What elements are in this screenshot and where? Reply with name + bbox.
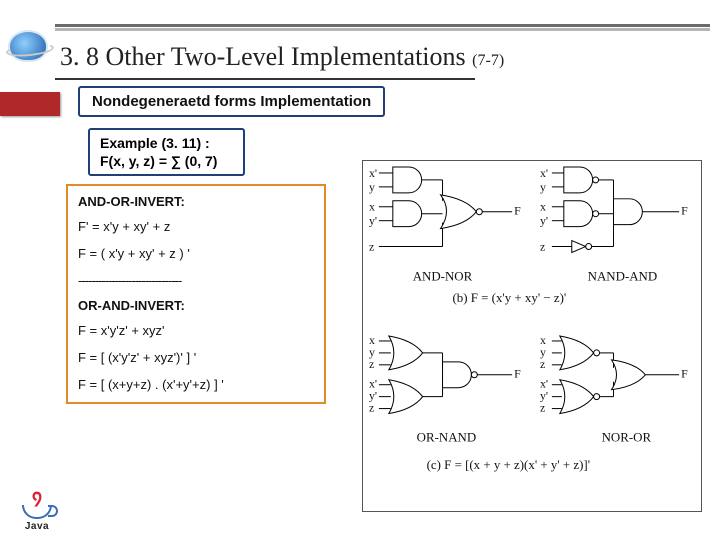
- title-underline: [55, 78, 475, 80]
- top-rule: [55, 24, 710, 27]
- svg-text:F: F: [681, 204, 688, 218]
- slide-title: 3. 8 Other Two-Level Implementations (7-…: [60, 42, 504, 72]
- in-xprime: x': [369, 166, 377, 180]
- svg-text:z: z: [540, 357, 545, 371]
- svg-text:x': x': [540, 166, 548, 180]
- in-x: x: [369, 200, 375, 214]
- circuit-diagram: x' y x y' z F x' y x y' z: [362, 160, 702, 512]
- svg-text:F: F: [514, 367, 521, 381]
- in-z: z: [369, 240, 374, 254]
- label-nor-or: NOR-OR: [602, 429, 652, 444]
- accent-bar: [0, 92, 60, 116]
- caption-b: (b) F = (x'y + xy' − z)': [452, 290, 566, 305]
- title-main: 3. 8 Other Two-Level Implementations: [60, 42, 472, 71]
- aoi-title: AND-OR-INVERT:: [78, 194, 314, 209]
- oai-eq1: F = x'y'z' + xyz': [78, 323, 314, 338]
- example-box: Example (3. 11) : F(x, y, z) = ∑ (0, 7): [88, 128, 245, 176]
- example-line2: F(x, y, z) = ∑ (0, 7): [100, 152, 217, 170]
- oai-eq3: F = [ (x+y+z) . (x'+y'+z) ] ': [78, 377, 314, 392]
- separator: -------------------------------: [78, 273, 314, 288]
- label-and-nor: AND-NOR: [413, 268, 473, 283]
- java-text: Java: [14, 521, 60, 532]
- corner-globe-logo: [8, 30, 52, 70]
- svg-text:z: z: [540, 401, 545, 415]
- title-sub: (7-7): [472, 52, 504, 69]
- forms-box: AND-OR-INVERT: F' = x'y + xy' + z F = ( …: [66, 184, 326, 404]
- steam-icon: ᠀: [14, 493, 60, 503]
- example-line1: Example (3. 11) :: [100, 134, 217, 152]
- aoi-eq2: F = ( x'y + xy' + z ) ': [78, 246, 314, 261]
- svg-text:y': y': [540, 214, 548, 228]
- oai-eq2: F = [ (x'y'z' + xyz')' ] ': [78, 350, 314, 365]
- caption-c: (c) F = [(x + y + z)(x' + y' + z)]': [427, 457, 590, 472]
- aoi-eq1: F' = x'y + xy' + z: [78, 219, 314, 234]
- svg-text:x: x: [540, 200, 546, 214]
- label-nand-and: NAND-AND: [588, 268, 658, 283]
- svg-text:z: z: [369, 357, 374, 371]
- in-yprime: y': [369, 214, 377, 228]
- svg-text:z: z: [540, 240, 545, 254]
- in-y: y: [369, 180, 375, 194]
- oai-title: OR-AND-INVERT:: [78, 298, 314, 313]
- svg-text:y: y: [540, 180, 546, 194]
- cup-icon: [22, 505, 52, 519]
- section-heading: Nondegeneraetd forms Implementation: [78, 86, 385, 117]
- label-or-nand: OR-NAND: [417, 429, 477, 444]
- java-logo: ᠀ Java: [14, 493, 60, 532]
- svg-text:F: F: [681, 367, 688, 381]
- svg-text:z: z: [369, 401, 374, 415]
- svg-text:F: F: [514, 204, 521, 218]
